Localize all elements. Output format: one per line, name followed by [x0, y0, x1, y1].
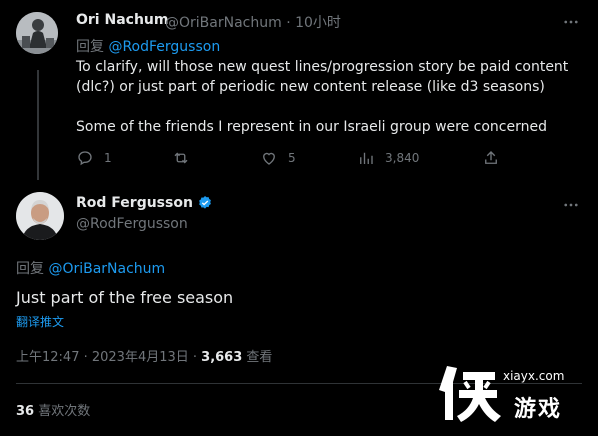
view-count: 3,663	[201, 350, 243, 365]
watermark-text: 游戏	[514, 397, 563, 422]
avatar-image	[16, 12, 58, 54]
reply-count: 1	[104, 151, 112, 165]
reply-to-mention[interactable]: @RodFergusson	[108, 39, 220, 55]
views-count: 3,840	[385, 151, 420, 165]
like-stats[interactable]: 36 喜欢次数	[16, 400, 90, 419]
watermark-url: xiayx.com	[503, 369, 565, 383]
retweet-icon	[174, 152, 188, 164]
like-count: 5	[288, 151, 296, 165]
avatar-ori-nachum[interactable]	[16, 12, 58, 54]
more-icon	[564, 203, 578, 207]
more-icon	[564, 20, 578, 24]
share-icon	[485, 151, 497, 164]
reply-prefix: 回复	[16, 261, 44, 277]
reply-to-mention[interactable]: @OriBarNachum	[48, 261, 165, 277]
retweet-button[interactable]	[172, 148, 200, 168]
tweet-timestamp-row: 上午12:47 · 2023年4月13日 · 3,663 查看	[16, 346, 272, 365]
like-button[interactable]: 5	[260, 148, 296, 168]
main-author-handle[interactable]: @RodFergusson	[76, 216, 188, 232]
view-label: 查看	[242, 350, 273, 365]
more-options-button[interactable]	[561, 12, 581, 32]
heart-icon	[263, 152, 275, 165]
reply-paragraph: Some of the friends I represent in our I…	[76, 119, 547, 135]
meta-separator: ·	[286, 15, 291, 31]
like-total: 36	[16, 404, 35, 419]
thread-connector	[37, 70, 39, 180]
translate-tweet-link[interactable]: 翻译推文	[16, 313, 64, 330]
reply-tweet-text: To clarify, will those new quest lines/p…	[76, 57, 576, 157]
avatar-rod-fergusson[interactable]	[16, 192, 64, 240]
views-button[interactable]: 3,840	[357, 148, 419, 168]
main-author-name[interactable]: Rod Fergusson	[76, 195, 193, 211]
reply-context: 回复 @RodFergusson	[76, 36, 220, 56]
comment-icon	[78, 151, 92, 166]
reply-author-meta: @OriBarNachum · 10小时	[165, 12, 341, 32]
main-reply-context: 回复 @OriBarNachum	[16, 258, 165, 278]
verified-badge-icon	[199, 196, 211, 209]
avatar-image	[16, 192, 64, 240]
share-button[interactable]	[482, 148, 500, 168]
reply-paragraph: To clarify, will those new quest lines/p…	[76, 59, 569, 95]
like-label: 喜欢次数	[34, 404, 91, 419]
reply-time[interactable]: 10小时	[295, 15, 341, 31]
more-options-button[interactable]	[561, 195, 581, 215]
reply-prefix: 回复	[76, 39, 104, 55]
reply-author-name[interactable]: Ori Nachum	[76, 12, 168, 28]
reply-button[interactable]: 1	[76, 148, 112, 168]
reply-author-handle[interactable]: @OriBarNachum	[165, 15, 282, 31]
views-chart-icon	[360, 152, 373, 164]
main-tweet-text: Just part of the free season	[16, 288, 234, 307]
tweet-timestamp[interactable]: 上午12:47 · 2023年4月13日 ·	[16, 350, 201, 365]
watermark-logo-icon	[439, 366, 501, 422]
main-author-name-row: Rod Fergusson	[76, 195, 213, 211]
